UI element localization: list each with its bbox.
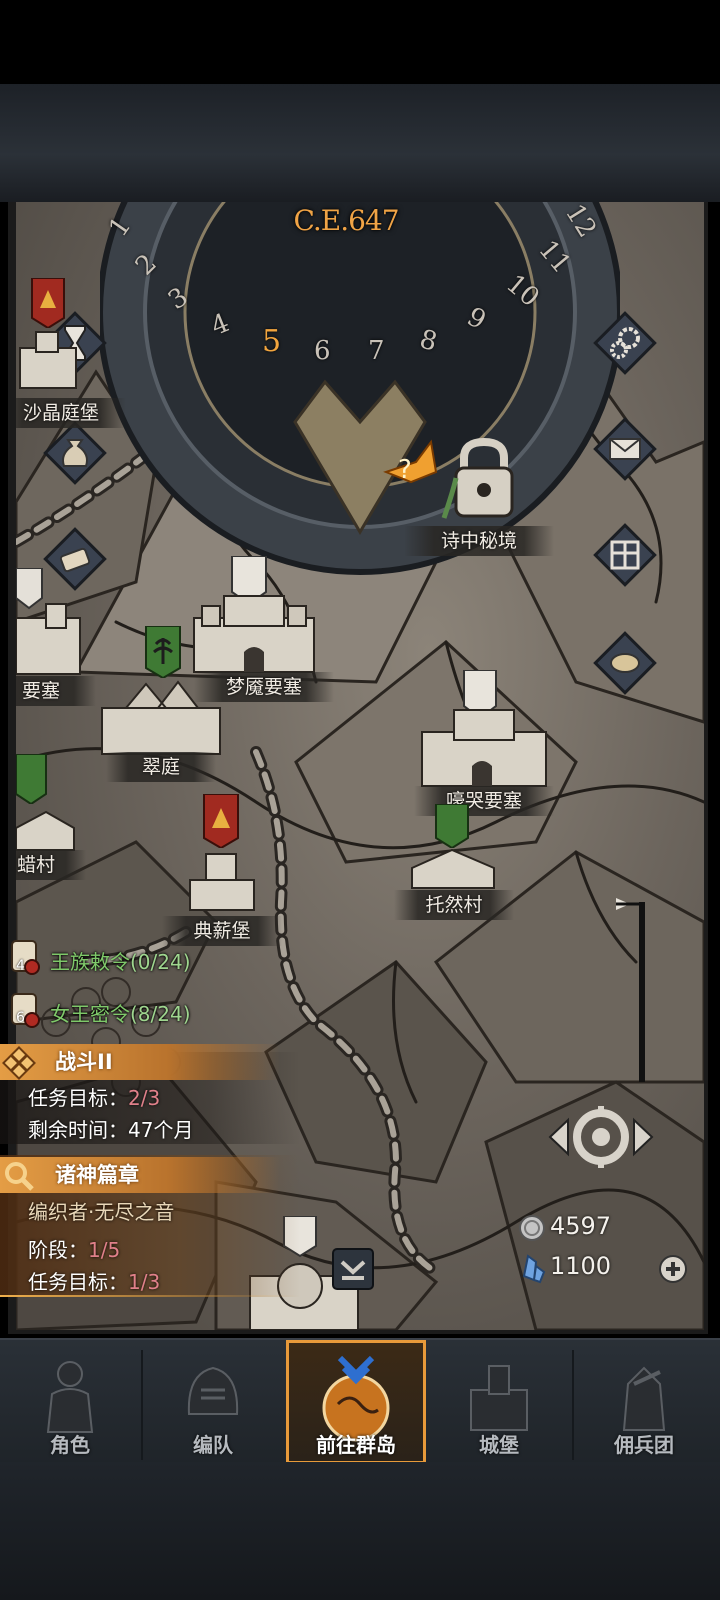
castle-icon[interactable] bbox=[96, 678, 226, 758]
battle-quest-header[interactable]: 战斗II bbox=[0, 1044, 280, 1080]
faction-banner-green bbox=[16, 754, 47, 804]
faction-banner-red bbox=[31, 278, 65, 328]
royal-decree-count: (0/24) bbox=[130, 950, 191, 974]
grid-icon bbox=[593, 523, 657, 587]
battle-goal-value: 2/3 bbox=[128, 1086, 161, 1110]
royal-decree-quest[interactable]: 王族敕令(0/24) bbox=[50, 946, 191, 975]
mercenary-icon bbox=[622, 1366, 666, 1431]
battle-goal-label: 任务目标： bbox=[28, 1086, 128, 1110]
battle-time-label: 剩余时间： bbox=[28, 1118, 128, 1142]
queen-order-name: 女王密令 bbox=[50, 1002, 130, 1026]
collapse-icon[interactable] bbox=[332, 1248, 374, 1290]
location-label-shajing[interactable]: 沙晶庭堡 bbox=[16, 398, 126, 428]
castle-icon[interactable] bbox=[16, 568, 86, 678]
village-icon[interactable] bbox=[16, 808, 76, 852]
plus-icon[interactable] bbox=[658, 1254, 688, 1284]
month-6: 6 bbox=[314, 336, 331, 366]
mail-button[interactable] bbox=[590, 414, 660, 484]
settings-button[interactable] bbox=[590, 308, 660, 378]
castle-nav-icon bbox=[470, 1365, 528, 1431]
nav-character[interactable]: 角色 bbox=[0, 1340, 140, 1464]
castle-icon[interactable] bbox=[188, 850, 258, 912]
layout-button[interactable] bbox=[590, 520, 660, 590]
inventory-button[interactable] bbox=[40, 418, 110, 488]
location-label-shizhong[interactable]: 诗中秘境 bbox=[404, 526, 554, 556]
gods-quest-header[interactable]: 诸神篇章 bbox=[0, 1157, 280, 1193]
battle-goal-row: 任务目标：2/3 bbox=[28, 1082, 160, 1111]
treasury-button[interactable] bbox=[590, 628, 660, 698]
silver-coin-icon bbox=[519, 1215, 545, 1241]
bottom-band bbox=[0, 1462, 720, 1600]
location-label-yaosai[interactable]: 要塞 bbox=[16, 676, 96, 706]
gods-stage-label: 阶段： bbox=[28, 1238, 88, 1262]
gods-stage-value: 1/5 bbox=[88, 1238, 121, 1262]
nav-label-go-islands: 前往群岛 bbox=[316, 1433, 396, 1457]
battle-time-row: 剩余时间：47个月 bbox=[28, 1114, 193, 1143]
location-label-dianxin[interactable]: 典薪堡 bbox=[162, 916, 282, 946]
queen-order-count: (8/24) bbox=[130, 1002, 191, 1026]
crystal-icon bbox=[522, 1254, 546, 1284]
mail-icon bbox=[593, 417, 657, 481]
gods-quest-title: 诸神篇章 bbox=[55, 1163, 139, 1187]
nav-label-castle: 城堡 bbox=[479, 1433, 519, 1457]
faction-banner-green bbox=[435, 804, 469, 848]
lock-icon[interactable] bbox=[434, 438, 534, 522]
royal-decree-name: 王族敕令 bbox=[50, 950, 130, 974]
gods-goal-label: 任务目标： bbox=[28, 1270, 128, 1294]
queen-order-badge: 6 bbox=[16, 1010, 25, 1026]
zoom-slider[interactable] bbox=[612, 892, 652, 1092]
faction-banner-red bbox=[203, 794, 239, 848]
castle-icon[interactable] bbox=[16, 322, 86, 392]
nav-label-mercenary: 佣兵团 bbox=[614, 1433, 674, 1457]
gods-goal-row: 任务目标：1/3 bbox=[28, 1266, 160, 1295]
era-label: C.E.647 bbox=[293, 204, 399, 237]
nav-go-islands[interactable]: 前往群岛 bbox=[286, 1340, 426, 1464]
battle-time-value: 47个月 bbox=[128, 1118, 194, 1142]
nav-label-formation: 编队 bbox=[193, 1433, 233, 1457]
castle-icon[interactable] bbox=[414, 670, 554, 790]
location-label-tuoran[interactable]: 托然村 bbox=[394, 890, 514, 920]
coins-icon bbox=[593, 631, 657, 695]
month-7: 7 bbox=[368, 336, 385, 366]
village-icon[interactable] bbox=[408, 846, 498, 890]
settings-icon bbox=[593, 311, 657, 375]
magnifier-icon bbox=[5, 1162, 34, 1191]
gods-quest-subtitle: 编织者·无尽之音 bbox=[28, 1200, 175, 1224]
location-label-lacun[interactable]: 蜡村 bbox=[16, 850, 86, 880]
nav-label-character: 角色 bbox=[50, 1433, 90, 1457]
royal-decree-badge: 4 bbox=[16, 958, 25, 974]
coin-bag-icon bbox=[43, 421, 107, 485]
nav-mercenary[interactable]: 佣兵团 bbox=[574, 1340, 714, 1464]
status-bar-area bbox=[0, 0, 720, 84]
nav-formation[interactable]: 编队 bbox=[143, 1340, 283, 1464]
knight-icon bbox=[46, 1361, 94, 1433]
crossed-swords-icon bbox=[2, 1046, 36, 1080]
helmet-icon bbox=[187, 1366, 239, 1415]
svg-text:?: ? bbox=[398, 455, 412, 485]
gods-goal-value: 1/3 bbox=[128, 1270, 161, 1294]
location-label-cuiting[interactable]: 翠庭 bbox=[106, 752, 216, 782]
faction-banner-green bbox=[145, 626, 181, 678]
battle-quest-title: 战斗II bbox=[55, 1050, 113, 1074]
crystal-amount: 1100 bbox=[550, 1252, 612, 1280]
silver-amount: 4597 bbox=[550, 1212, 612, 1240]
queen-order-quest[interactable]: 女王密令(8/24) bbox=[50, 998, 191, 1027]
gods-stage-row: 阶段：1/5 bbox=[28, 1234, 120, 1263]
castle-icon[interactable] bbox=[184, 556, 324, 676]
header-band bbox=[0, 84, 720, 202]
locate-icon[interactable] bbox=[546, 1102, 656, 1172]
month-5-current: 5 bbox=[262, 324, 282, 359]
bottom-nav: 角色 编队 前往群岛 城堡 佣兵团 bbox=[0, 1338, 720, 1464]
nav-castle[interactable]: 城堡 bbox=[429, 1340, 569, 1464]
